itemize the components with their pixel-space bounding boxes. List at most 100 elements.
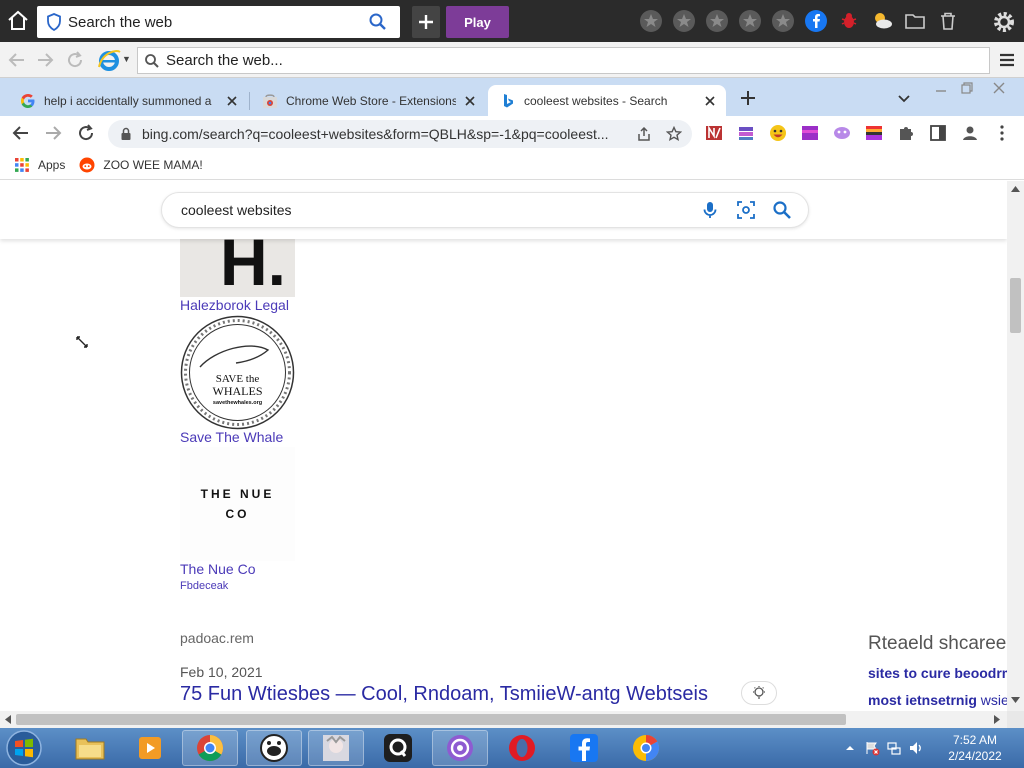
start-button[interactable] xyxy=(4,729,44,767)
forward-arrow-icon[interactable] xyxy=(36,51,54,69)
opera-taskbar-button[interactable] xyxy=(494,730,550,766)
at-app-taskbar-button[interactable] xyxy=(432,730,488,766)
back-arrow-icon[interactable] xyxy=(12,124,30,142)
new-tab-icon[interactable] xyxy=(738,88,758,108)
star-icon[interactable] xyxy=(638,8,663,33)
visual-search-icon[interactable] xyxy=(736,200,756,220)
reload-icon[interactable] xyxy=(77,124,95,142)
search-icon[interactable] xyxy=(772,200,792,220)
emoji-extension-icon[interactable] xyxy=(768,124,788,142)
taskbar-clock[interactable]: 7:52 AM 2/24/2022 xyxy=(940,732,1010,764)
windows-taskbar: 7:52 AM 2/24/2022 xyxy=(0,728,1024,768)
tab-bing-search[interactable]: cooleest websites - Search xyxy=(488,85,726,116)
scrollbar-thumb[interactable] xyxy=(1010,278,1021,333)
related-search-link[interactable]: most ietnsetrnig wsiee xyxy=(868,692,1007,708)
extension-face-icon[interactable] xyxy=(832,124,852,142)
result-link-the-nue-co[interactable]: The Nue Co xyxy=(180,561,255,577)
trash-icon[interactable] xyxy=(935,8,960,33)
horizontal-scrollbar[interactable] xyxy=(0,711,1007,728)
star-icon[interactable] xyxy=(737,8,762,33)
show-hidden-icons-icon[interactable] xyxy=(842,740,858,756)
star-icon[interactable] xyxy=(704,8,729,33)
window-close-button[interactable] xyxy=(986,78,1012,98)
network-icon[interactable] xyxy=(886,740,902,756)
result-sublabel: Fbdeceak xyxy=(180,580,229,592)
file-explorer-taskbar-button[interactable] xyxy=(62,730,118,766)
extensions-row xyxy=(704,124,1012,142)
minimize-button[interactable] xyxy=(928,78,954,98)
star-icon[interactable] xyxy=(770,8,795,33)
top-search-box[interactable]: Search the web xyxy=(37,6,400,38)
forward-arrow-icon[interactable] xyxy=(44,124,62,142)
refresh-icon[interactable] xyxy=(66,51,84,69)
chrome-icon xyxy=(197,735,224,762)
vertical-scrollbar[interactable] xyxy=(1007,181,1024,711)
extension-rainbow-icon[interactable] xyxy=(864,124,884,142)
bookmark-zoo-wee-mama[interactable]: ZOO WEE MAMA! xyxy=(79,157,203,173)
extension-stack-icon[interactable] xyxy=(736,124,756,142)
character-image-icon xyxy=(323,735,349,761)
volume-icon[interactable] xyxy=(908,740,924,756)
extension-red-icon[interactable] xyxy=(704,124,724,142)
kebab-menu-icon[interactable] xyxy=(992,124,1012,142)
profile-icon[interactable] xyxy=(960,124,980,142)
at-sign-icon xyxy=(447,735,473,761)
result-link-save-the-whale[interactable]: Save The Whale xyxy=(180,429,283,445)
tab-label: cooleest websites - Search xyxy=(524,93,668,108)
facebook-icon[interactable] xyxy=(803,8,828,33)
folder-icon[interactable] xyxy=(902,8,927,33)
scroll-down-icon[interactable] xyxy=(1011,697,1020,704)
microphone-icon[interactable] xyxy=(700,200,720,220)
result-title-link[interactable]: 75 Fun Wtiesbes — Cool, Rndoam, TsmiieW-… xyxy=(180,683,708,706)
plus-icon xyxy=(419,15,433,29)
save-the-whales-logo[interactable]: SAVE the WHALES savethewhales.org xyxy=(180,315,295,430)
facebook-taskbar-button[interactable] xyxy=(556,730,612,766)
bug-icon[interactable] xyxy=(836,8,861,33)
home-icon[interactable] xyxy=(6,9,30,33)
media-player-taskbar-button[interactable] xyxy=(122,730,178,766)
scroll-up-icon[interactable] xyxy=(1011,185,1020,192)
puzzle-extensions-icon[interactable] xyxy=(896,124,916,142)
insight-button[interactable] xyxy=(741,681,777,705)
action-center-flag-icon[interactable] xyxy=(864,740,880,756)
q-app-taskbar-button[interactable] xyxy=(370,730,426,766)
image-app-taskbar-button[interactable] xyxy=(308,730,364,766)
tab-search-chevron-icon[interactable] xyxy=(896,90,912,106)
ie-search-field[interactable]: Search the web... xyxy=(137,47,990,74)
lock-icon[interactable] xyxy=(119,127,133,141)
hamburger-menu-icon[interactable] xyxy=(998,52,1016,68)
scroll-left-icon[interactable] xyxy=(4,715,11,724)
scroll-right-icon[interactable] xyxy=(994,715,1001,724)
tab-summoned[interactable]: help i accidentally summoned a xyxy=(8,85,248,116)
extension-purple-icon[interactable] xyxy=(800,124,820,142)
gear-icon[interactable] xyxy=(991,9,1017,35)
add-button[interactable] xyxy=(412,6,440,38)
star-icon[interactable] xyxy=(671,8,696,33)
search-icon[interactable] xyxy=(368,12,388,32)
play-button[interactable]: Play xyxy=(446,6,509,38)
chrome-taskbar-button[interactable] xyxy=(182,730,238,766)
side-panel-icon[interactable] xyxy=(928,124,948,142)
back-arrow-icon[interactable] xyxy=(8,51,26,69)
scrollbar-thumb[interactable] xyxy=(16,714,846,725)
close-icon[interactable] xyxy=(702,93,718,109)
share-icon[interactable] xyxy=(636,126,652,142)
bookmark-apps[interactable]: Apps xyxy=(14,157,65,173)
the-nue-co-logo[interactable]: THE NUE CO xyxy=(180,447,295,561)
restore-button[interactable] xyxy=(954,78,980,98)
app-face-taskbar-button[interactable] xyxy=(246,730,302,766)
bing-search-box[interactable]: cooleest websites xyxy=(161,192,809,228)
close-icon[interactable] xyxy=(462,93,478,109)
weather-icon[interactable] xyxy=(869,8,894,33)
top-quick-icons xyxy=(638,8,960,33)
ie-logo-icon[interactable] xyxy=(96,47,122,73)
related-search-link[interactable]: sites to cure beoodrm xyxy=(868,665,1007,681)
tab-chrome-web-store[interactable]: Chrome Web Store - Extensions xyxy=(250,85,486,116)
result-link-halezborok[interactable]: Halezborok Legal xyxy=(180,297,289,313)
close-icon[interactable] xyxy=(224,93,240,109)
ie-dropdown-icon[interactable]: ▼ xyxy=(122,54,131,64)
tab-label: help i accidentally summoned a xyxy=(44,93,212,108)
bookmark-star-icon[interactable] xyxy=(666,126,682,142)
address-bar[interactable]: bing.com/search?q=cooleest+websites&form… xyxy=(108,120,692,148)
chrome-canary-taskbar-button[interactable] xyxy=(618,730,674,766)
